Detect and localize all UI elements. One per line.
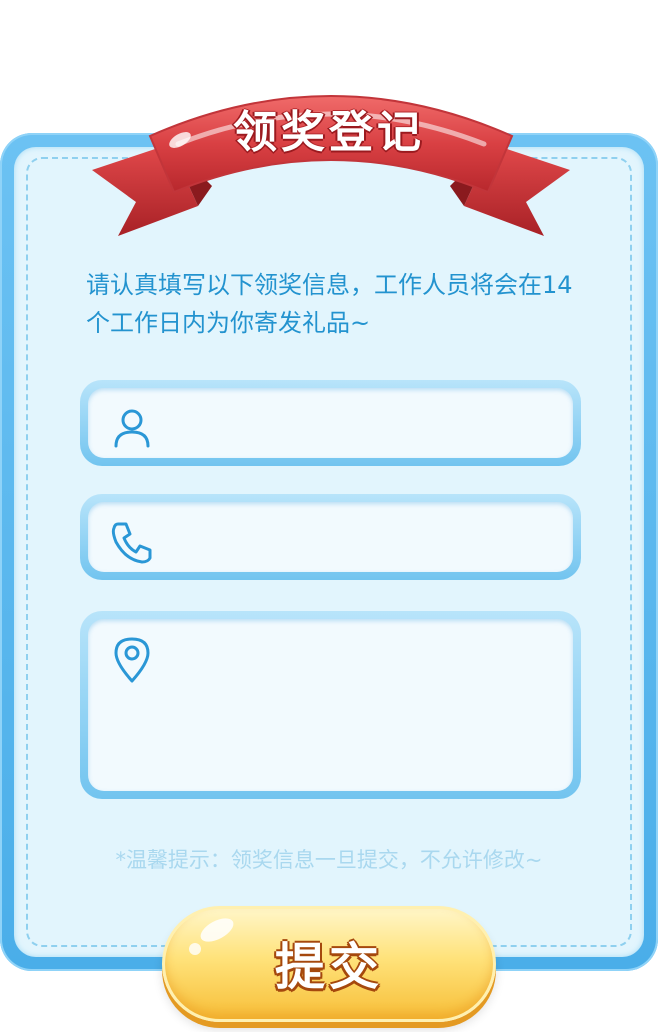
submit-button[interactable]: 提交 bbox=[162, 906, 496, 1022]
phone-icon bbox=[111, 522, 152, 564]
warm-tip: *温馨提示：领奖信息一旦提交，不允许修改~ bbox=[115, 848, 543, 872]
prize-registration-page: 领奖登记 请认真填写以下领奖信息，工作人员将会在14个工作日内为你寄发礼品~ *… bbox=[0, 0, 658, 1032]
name-field-inner bbox=[88, 388, 573, 458]
address-field[interactable] bbox=[80, 611, 581, 799]
name-input[interactable] bbox=[168, 388, 557, 458]
page-title: 领奖登记 bbox=[233, 107, 425, 158]
address-input[interactable] bbox=[168, 639, 557, 791]
name-field[interactable] bbox=[80, 380, 581, 466]
user-icon bbox=[114, 409, 150, 448]
notice-text: 请认真填写以下领奖信息，工作人员将会在14个工作日内为你寄发礼品~ bbox=[86, 271, 573, 337]
phone-field[interactable] bbox=[80, 494, 581, 580]
phone-field-inner bbox=[88, 502, 573, 572]
address-field-inner bbox=[88, 619, 573, 791]
location-pin-icon bbox=[114, 637, 150, 683]
phone-input[interactable] bbox=[168, 502, 557, 572]
submit-button-label: 提交 bbox=[275, 937, 383, 996]
